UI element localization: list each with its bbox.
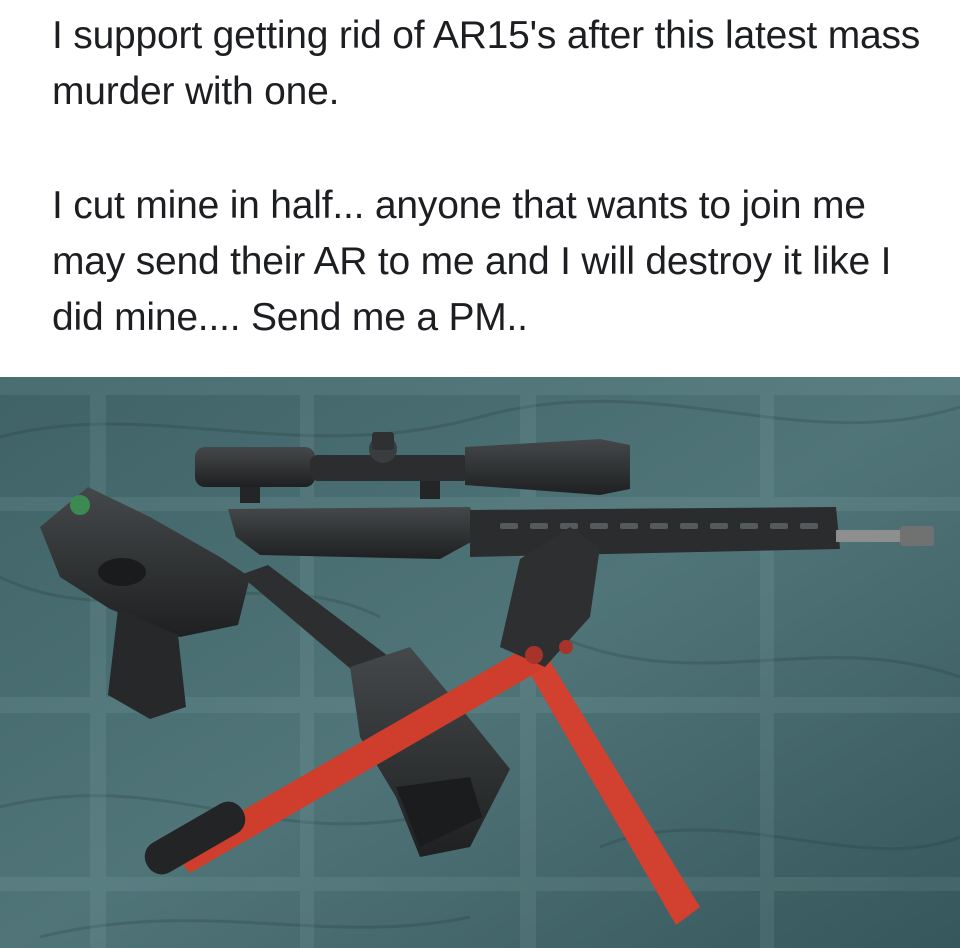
caption-paragraph-1: I support getting rid of AR15's after th… [52, 14, 921, 113]
post-caption: I support getting rid of AR15's after th… [52, 8, 942, 346]
post-photo [0, 377, 960, 948]
social-post: I support getting rid of AR15's after th… [0, 0, 960, 948]
photo-illustration [0, 377, 960, 948]
caption-paragraph-2: I cut mine in half... anyone that wants … [52, 184, 892, 339]
